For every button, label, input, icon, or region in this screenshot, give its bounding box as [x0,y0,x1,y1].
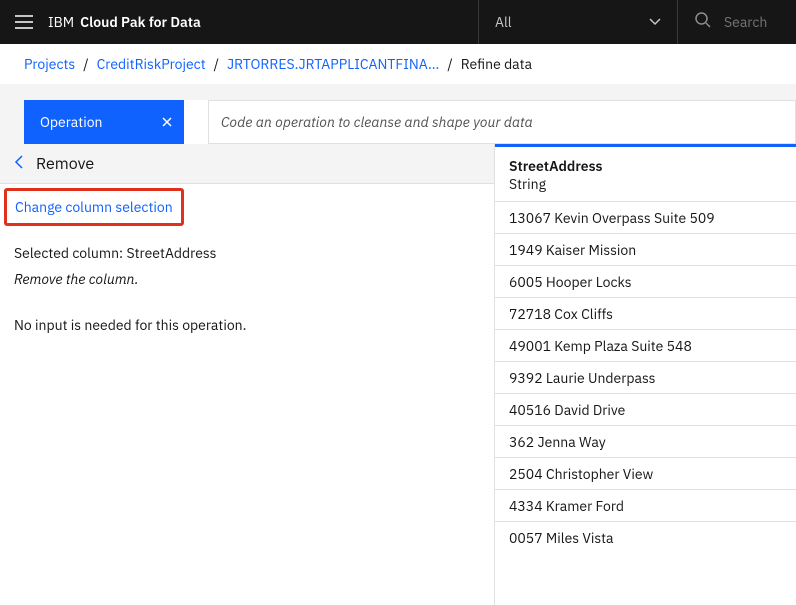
data-preview: StreetAddress String 13067 Kevin Overpas… [494,144,796,605]
brand-prefix: IBM [48,13,74,31]
operation-description: Remove the column. [14,270,480,288]
breadcrumb-sep: / [447,55,452,73]
operation-row: Operation Code an operation to cleanse a… [0,100,796,144]
chevron-down-icon [649,18,661,26]
change-column-selection-link[interactable]: Change column selection [15,198,173,216]
no-input-text: No input is needed for this operation. [14,316,480,334]
column-header[interactable]: StreetAddress String [495,144,796,201]
table-row[interactable]: 13067 Kevin Overpass Suite 509 [495,201,796,233]
scope-label: All [495,13,512,31]
breadcrumb-sep: / [83,55,88,73]
breadcrumb: Projects / CreditRiskProject / JRTORRES.… [0,44,796,84]
breadcrumb-link-projects[interactable]: Projects [24,55,75,73]
code-input[interactable]: Code an operation to cleanse and shape y… [208,100,796,144]
table-row[interactable]: 4334 Kramer Ford [495,489,796,521]
column-type: String [509,175,782,193]
table-row[interactable]: 9392 Laurie Underpass [495,361,796,393]
breadcrumb-sep: / [214,55,219,73]
brand: IBM Cloud Pak for Data [48,13,201,31]
table-row[interactable]: 40516 David Drive [495,393,796,425]
code-placeholder: Code an operation to cleanse and shape y… [221,113,533,131]
operation-tab[interactable]: Operation [24,100,184,144]
highlight-box: Change column selection [4,188,184,226]
top-bar: IBM Cloud Pak for Data All [0,0,796,44]
table-row[interactable]: 2504 Christopher View [495,457,796,489]
selected-column-text: Selected column: StreetAddress [14,244,480,262]
back-icon[interactable] [14,154,24,174]
close-icon[interactable] [162,113,172,131]
menu-icon[interactable] [0,0,48,44]
breadcrumb-current: Refine data [461,55,532,73]
panel-header: Remove [0,144,494,184]
table-row[interactable]: 72718 Cox Cliffs [495,297,796,329]
operation-tab-label: Operation [40,113,102,131]
table-row[interactable]: 0057 Miles Vista [495,521,796,553]
breadcrumb-link-project[interactable]: CreditRiskProject [97,55,206,73]
panel-title: Remove [36,154,94,174]
table-row[interactable]: 49001 Kemp Plaza Suite 548 [495,329,796,361]
breadcrumb-link-asset[interactable]: JRTORRES.JRTAPPLICANTFINA... [227,55,439,73]
table-row[interactable]: 1949 Kaiser Mission [495,233,796,265]
scope-dropdown[interactable]: All [478,0,678,44]
brand-product: Cloud Pak for Data [80,13,201,31]
column-name: StreetAddress [509,157,782,175]
table-row[interactable]: 362 Jenna Way [495,425,796,457]
search[interactable] [678,11,796,33]
search-icon [694,11,712,33]
table-row[interactable]: 6005 Hooper Locks [495,265,796,297]
search-input[interactable] [724,13,784,31]
operation-panel: Remove Change column selection Selected … [0,144,494,605]
